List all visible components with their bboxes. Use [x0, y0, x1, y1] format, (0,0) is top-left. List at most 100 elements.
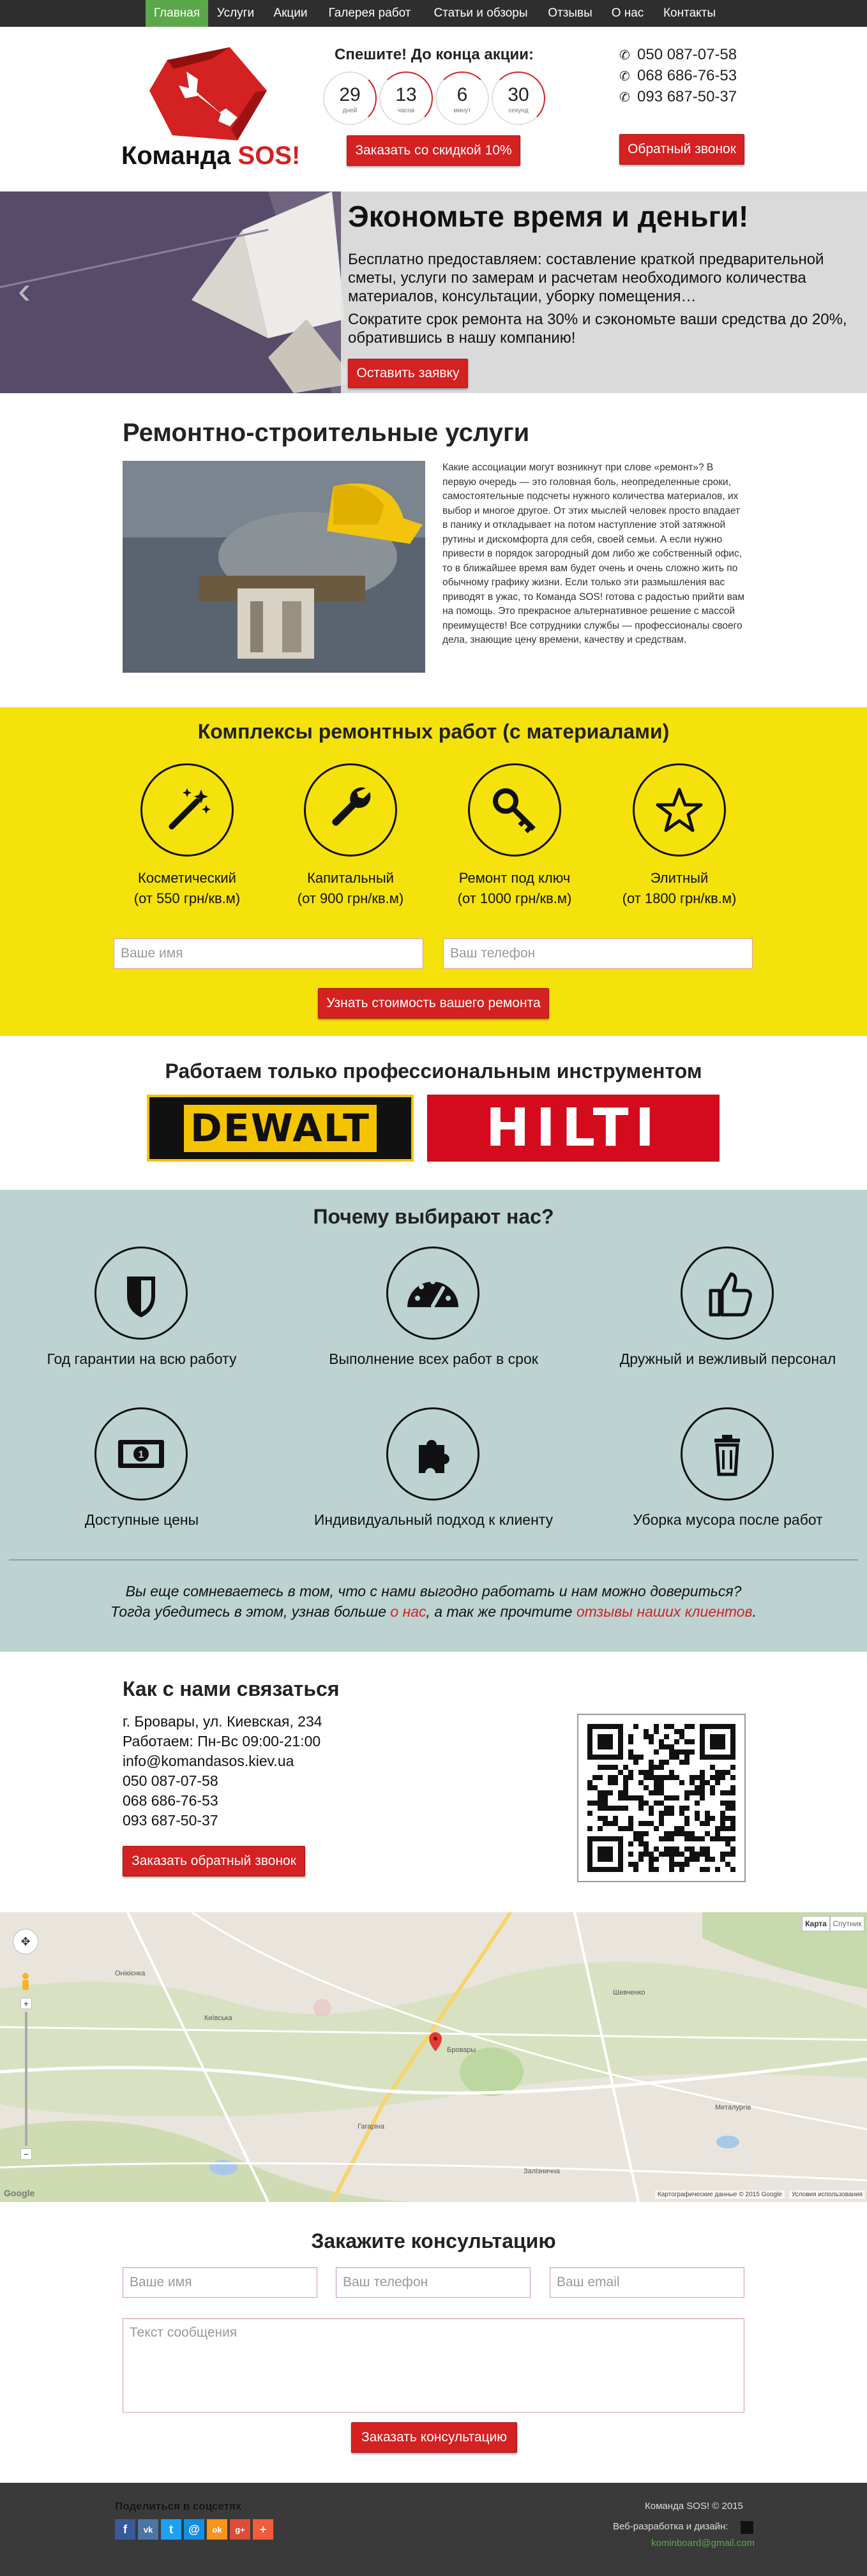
- shield-icon: [94, 1247, 188, 1340]
- services-helmet-image: [123, 461, 425, 673]
- map-label-brovary: Бровары: [447, 2046, 476, 2054]
- nav-item-reviews[interactable]: Отзывы: [543, 0, 598, 27]
- google-map[interactable]: Бровары Київська Гагаріна Шевченко Метал…: [0, 1912, 867, 2202]
- map-terms-link[interactable]: Условия использования: [789, 2190, 865, 2199]
- why-prices-label: Доступные цены: [84, 1511, 199, 1528]
- map-marker-icon[interactable]: [429, 2032, 442, 2051]
- map-label-street-4: Металургів: [715, 2104, 751, 2111]
- complex-turnkey-label: Ремонт под ключ (от 1000 грн/кв.м): [457, 870, 572, 906]
- nav-item-contacts[interactable]: Контакты: [658, 0, 721, 27]
- puzzle-icon: [386, 1407, 479, 1501]
- map-label-street-1: Київська: [204, 2014, 232, 2022]
- top-navigation: Главная Услуги Акции Галерея работ Стать…: [0, 0, 867, 27]
- twitter-icon[interactable]: t: [161, 2519, 181, 2540]
- slider-prev-arrow[interactable]: ‹: [18, 268, 31, 312]
- complex-cosmetic-label: Косметический (от 550 грн/кв.м): [133, 870, 241, 906]
- contact-hours: Работаем: Пн-Вс 09:00-21:00: [123, 1733, 321, 1749]
- contact-phone-3[interactable]: 093 687-50-37: [123, 1812, 218, 1829]
- services-title: Ремонтно-строительные услуги: [123, 419, 530, 447]
- nav-item-promotions[interactable]: Акции: [268, 0, 313, 27]
- svg-text:1: 1: [139, 1449, 144, 1460]
- slider-heading: Экономьте время и деньги!: [348, 200, 749, 233]
- logo-text[interactable]: Команда SOS!: [121, 142, 300, 170]
- contact-email[interactable]: info@komandasos.kiev.ua: [123, 1753, 294, 1770]
- nav-item-services[interactable]: Услуги: [211, 0, 260, 27]
- countdown-hours: 13 часов: [379, 71, 433, 125]
- consult-name-input[interactable]: Ваше имя: [123, 2267, 317, 2298]
- street-view-pegman-icon[interactable]: [20, 1972, 31, 1991]
- why-staff-label: Дружный и вежливый персонал: [619, 1351, 836, 1367]
- magic-wand-icon: [140, 763, 234, 857]
- share-label: Поделиться в соцсетях: [115, 2500, 242, 2512]
- contacts-title: Как с нами связаться: [123, 1677, 340, 1700]
- key-icon: [468, 763, 561, 857]
- nav-item-gallery[interactable]: Галерея работ: [321, 0, 418, 27]
- contact-phone-1[interactable]: 050 087-07-58: [123, 1772, 218, 1790]
- client-reviews-link[interactable]: отзывы наших клиентов: [577, 1603, 753, 1620]
- wrench-icon: [304, 763, 397, 857]
- tools-title: Работаем только профессиональным инструм…: [165, 1060, 702, 1082]
- phone-icon: ✆: [619, 70, 630, 84]
- hilti-logo: HILTI: [427, 1095, 720, 1162]
- banknote-icon: 1: [94, 1407, 188, 1501]
- logo-mark[interactable]: [148, 46, 269, 142]
- map-zoom-out-button[interactable]: −: [20, 2148, 32, 2160]
- map-zoom-slider[interactable]: [25, 2012, 27, 2146]
- consultation-title: Закажите консультацию: [311, 2229, 556, 2252]
- complex-elite-label: Элитный (от 1800 грн/кв.м): [622, 870, 737, 906]
- complex-phone-input[interactable]: Ваш телефон: [443, 938, 753, 969]
- about-us-link[interactable]: о нас: [390, 1603, 426, 1620]
- odnoklassniki-icon[interactable]: ok: [207, 2519, 227, 2540]
- header-phone-1[interactable]: ✆ 050 087-07-58: [619, 46, 785, 64]
- why-warranty-label: Год гарантии на всю работу: [47, 1351, 237, 1367]
- order-consultation-button[interactable]: Заказать консультацию: [351, 2422, 517, 2453]
- services-description: Какие ассоциации могут возникнут при сло…: [442, 462, 744, 645]
- map-pan-control[interactable]: ✥: [13, 1929, 38, 1954]
- slider-paragraph-1: Бесплатно предоставляем: составление кра…: [348, 251, 824, 305]
- dewalt-logo: DEWALT: [147, 1095, 414, 1162]
- nav-item-articles[interactable]: Статьи и обзоры: [426, 0, 535, 27]
- order-callback-button[interactable]: Заказать обратный звонок: [123, 1846, 305, 1876]
- map-attribution: Картографические данные © 2015 Google: [655, 2190, 785, 2199]
- calculate-cost-button[interactable]: Узнать стоимость вашего ремонта: [318, 988, 549, 1019]
- facebook-icon[interactable]: f: [115, 2519, 135, 2540]
- map-type-satellite-button[interactable]: Спутник: [830, 1916, 864, 1931]
- thumbs-up-icon: [681, 1247, 774, 1340]
- footer-dev-email[interactable]: kominboard@gmail.com: [651, 2538, 755, 2549]
- why-divider: [9, 1559, 858, 1561]
- map-zoom-in-button[interactable]: +: [20, 1998, 32, 2009]
- header-phone-3[interactable]: ✆ 093 687-50-37: [619, 88, 785, 106]
- footer-dev-credit: Веб-разработка и дизайн:: [613, 2521, 728, 2532]
- map-label-street-3: Шевченко: [613, 1989, 645, 1996]
- consult-phone-input[interactable]: Ваш телефон: [336, 2267, 531, 2298]
- map-tiles: [0, 1912, 867, 2202]
- googleplus-icon[interactable]: g+: [230, 2519, 250, 2540]
- consult-email-input[interactable]: Ваш email: [550, 2267, 744, 2298]
- why-us-title: Почему выбирают нас?: [313, 1205, 554, 1228]
- why-deadline-label: Выполнение всех работ в срок: [329, 1351, 538, 1367]
- more-share-icon[interactable]: +: [253, 2519, 273, 2540]
- leave-request-button[interactable]: Оставить заявку: [348, 359, 468, 388]
- map-type-map-button[interactable]: Карта: [802, 1916, 830, 1931]
- discount-order-button[interactable]: Заказать со скидкой 10%: [347, 135, 520, 166]
- nav-item-about[interactable]: О нас: [605, 0, 650, 27]
- complexes-title: Комплексы ремонтных работ (с материалами…: [197, 720, 670, 743]
- why-cleanup-label: Уборка мусора после работ: [633, 1511, 823, 1528]
- consult-message-textarea[interactable]: Текст сообщения: [123, 2318, 744, 2413]
- complex-capital-label: Капитальный (от 900 грн/кв.м): [297, 870, 404, 906]
- header-phone-2[interactable]: ✆ 068 686-76-53: [619, 67, 785, 85]
- countdown-seconds: 30 секунд: [492, 71, 545, 125]
- contact-phone-2[interactable]: 068 686-76-53: [123, 1792, 218, 1809]
- google-logo[interactable]: Google: [4, 2188, 34, 2198]
- phone-icon: ✆: [619, 49, 630, 63]
- why-individual-label: Индивидуальный подход к клиенту: [313, 1511, 554, 1528]
- vk-icon[interactable]: vk: [138, 2519, 158, 2540]
- footer-copyright: Команда SOS! © 2015: [645, 2501, 743, 2512]
- star-icon: [633, 763, 726, 857]
- moimir-icon[interactable]: @: [184, 2519, 204, 2540]
- callback-button[interactable]: Обратный звонок: [619, 134, 744, 165]
- developer-logo-icon[interactable]: [741, 2521, 753, 2534]
- why-note-line-2: Тогда убедитесь в этом, узнав больше о н…: [110, 1603, 757, 1620]
- complex-name-input[interactable]: Ваше имя: [114, 938, 423, 969]
- nav-item-home[interactable]: Главная: [146, 0, 208, 27]
